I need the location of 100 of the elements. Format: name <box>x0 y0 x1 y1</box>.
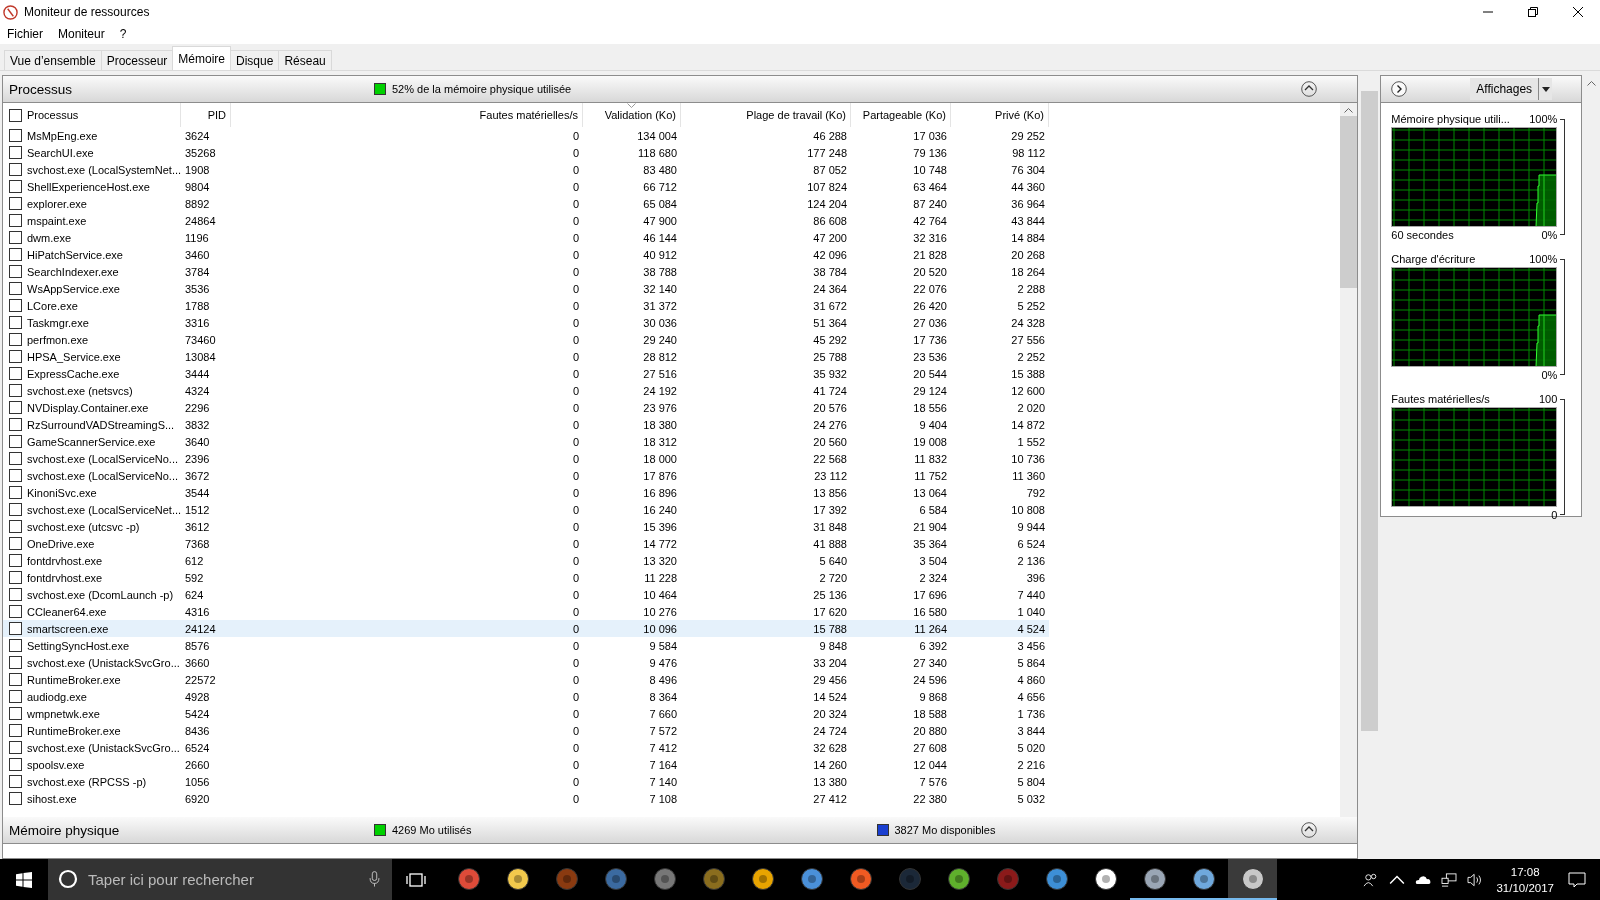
scrollbar[interactable] <box>1340 103 1358 817</box>
checkbox[interactable] <box>9 401 22 414</box>
checkbox[interactable] <box>9 758 22 771</box>
table-row[interactable]: audiodg.exe 4928 0 8 364 14 524 9 868 4 656 <box>3 688 1049 705</box>
table-row[interactable]: RuntimeBroker.exe 22572 0 8 496 29 456 24 596 4 860 <box>3 671 1049 688</box>
checkbox[interactable] <box>9 108 22 122</box>
checkbox[interactable] <box>9 384 22 397</box>
collapse-icon[interactable] <box>1301 822 1318 838</box>
column-header[interactable]: Plage de travail (Ko) <box>746 109 846 121</box>
checkbox[interactable] <box>9 214 22 227</box>
start-icon[interactable] <box>16 871 32 888</box>
tab[interactable]: Réseau <box>278 50 332 70</box>
table-row[interactable]: MsMpEng.exe 3624 0 134 004 46 288 17 036 29 252 <box>3 127 1049 144</box>
scrollbar-thumb[interactable] <box>1340 116 1358 288</box>
table-row[interactable]: svchost.exe (LocalServiceNo... 3672 0 17 876 23 112 11 752 11 360 <box>3 467 1049 484</box>
checkbox[interactable] <box>9 282 22 295</box>
table-row[interactable]: SearchUI.exe 35268 0 118 680 177 248 79 136 98 112 <box>3 144 1049 161</box>
microphone-icon[interactable] <box>369 871 380 887</box>
checkbox[interactable] <box>9 673 22 686</box>
clock-time[interactable]: 17:08 <box>1510 863 1540 880</box>
table-row[interactable]: perfmon.exe 73460 0 29 240 45 292 17 736 27 556 <box>3 331 1049 348</box>
checkbox[interactable] <box>9 452 22 465</box>
checkbox[interactable] <box>9 316 22 329</box>
column-header[interactable]: Partageable (Ko) <box>862 109 946 121</box>
table-row[interactable]: explorer.exe 8892 0 65 084 124 204 87 240 36 964 <box>3 195 1049 212</box>
table-row[interactable]: ExpressCache.exe 3444 0 27 516 35 932 20 544 15 388 <box>3 365 1049 382</box>
checkbox[interactable] <box>9 333 22 346</box>
menu-item[interactable]: Fichier <box>7 27 43 41</box>
table-row[interactable]: CCleaner64.exe 4316 0 10 276 17 620 16 580 1 040 <box>3 603 1049 620</box>
checkbox[interactable] <box>9 520 22 533</box>
checkbox[interactable] <box>9 435 22 448</box>
table-row[interactable]: SearchIndexer.exe 3784 0 38 788 38 784 20 520 18 264 <box>3 263 1049 280</box>
checkbox[interactable] <box>9 622 22 635</box>
tab[interactable]: Mémoire <box>172 46 231 70</box>
section-header[interactable]: Processus 52% de la mémoire physique utilisée <box>3 76 1358 103</box>
column-header[interactable]: Processus <box>27 109 79 121</box>
table-row[interactable]: wmpnetwk.exe 5424 0 7 660 20 324 18 588 1 736 <box>3 705 1049 722</box>
dropdown-button[interactable] <box>1538 78 1553 100</box>
checkbox[interactable] <box>9 248 22 261</box>
checkbox[interactable] <box>9 180 22 193</box>
checkbox[interactable] <box>9 588 22 601</box>
checkbox[interactable] <box>9 163 22 176</box>
checkbox[interactable] <box>9 486 22 499</box>
table-row[interactable]: svchost.exe (RPCSS -p) 1056 0 7 140 13 380 7 576 5 804 <box>3 773 1049 790</box>
table-row[interactable]: SettingSyncHost.exe 8576 0 9 584 9 848 6 392 3 456 <box>3 637 1049 654</box>
tab[interactable]: Disque <box>230 50 280 70</box>
table-row[interactable]: ShellExperienceHost.exe 9804 0 66 712 107 824 63 464 44 360 <box>3 178 1049 195</box>
table-row[interactable]: fontdrvhost.exe 592 0 11 228 2 720 2 324 396 <box>3 569 1049 586</box>
search-field[interactable]: Taper ici pour rechercher <box>48 859 392 900</box>
collapse-icon[interactable] <box>1301 81 1318 97</box>
table-row[interactable]: OneDrive.exe 7368 0 14 772 41 888 35 364 6 524 <box>3 535 1049 552</box>
table-row[interactable]: svchost.exe (LocalServiceNet... 1512 0 16 240 17 392 6 584 10 808 <box>3 501 1049 518</box>
menu-item[interactable]: ? <box>119 27 127 41</box>
notification-icon[interactable] <box>1568 871 1586 888</box>
checkbox[interactable] <box>9 605 22 618</box>
checkbox[interactable] <box>9 469 22 482</box>
checkbox[interactable] <box>9 707 22 720</box>
checkbox[interactable] <box>9 146 22 159</box>
table-row[interactable]: svchost.exe (DcomLaunch -p) 624 0 10 464 25 136 17 696 7 440 <box>3 586 1049 603</box>
table-row[interactable]: svchost.exe (LocalServiceNo... 2396 0 18 000 22 568 11 832 10 736 <box>3 450 1049 467</box>
table-row[interactable]: HPSA_Service.exe 13084 0 28 812 25 788 23 536 2 252 <box>3 348 1049 365</box>
checkbox[interactable] <box>9 690 22 703</box>
table-row[interactable]: svchost.exe (LocalSystemNet... 1908 0 83 480 87 052 10 748 76 304 <box>3 161 1049 178</box>
taskbar-button[interactable] <box>1228 859 1277 900</box>
checkbox[interactable] <box>9 197 22 210</box>
checkbox[interactable] <box>9 792 22 805</box>
column-header[interactable]: Validation (Ko) <box>604 109 676 121</box>
table-row[interactable]: KinoniSvc.exe 3544 0 16 896 13 856 13 064 792 <box>3 484 1049 501</box>
table-row[interactable]: Taskmgr.exe 3316 0 30 036 51 364 27 036 24 328 <box>3 314 1049 331</box>
checkbox[interactable] <box>9 571 22 584</box>
table-row[interactable]: RzSurroundVADStreamingS... 3832 0 18 380 24 276 9 404 14 872 <box>3 416 1049 433</box>
views-button[interactable]: Affichages <box>1470 78 1539 100</box>
table-row[interactable]: dwm.exe 1196 0 46 144 47 200 32 316 14 884 <box>3 229 1049 246</box>
clock-date[interactable]: 31/10/2017 <box>1496 879 1554 896</box>
table-row[interactable]: svchost.exe (UnistackSvcGro... 6524 0 7 412 32 628 27 608 5 020 <box>3 739 1049 756</box>
table-row[interactable]: fontdrvhost.exe 612 0 13 320 5 640 3 504 2 136 <box>3 552 1049 569</box>
column-header[interactable]: Fautes matérielles/s <box>479 109 578 121</box>
column-header[interactable]: Privé (Ko) <box>995 109 1044 121</box>
table-row[interactable]: svchost.exe (UnistackSvcGro... 3660 0 9 476 33 204 27 340 5 864 <box>3 654 1049 671</box>
network-icon[interactable] <box>1441 872 1458 887</box>
menu-item[interactable]: Moniteur <box>58 27 105 41</box>
checkbox[interactable] <box>9 129 22 142</box>
table-row[interactable]: svchost.exe (utcsvc -p) 3612 0 15 396 31 848 21 904 9 944 <box>3 518 1049 535</box>
checkbox[interactable] <box>9 418 22 431</box>
table-row[interactable]: spoolsv.exe 2660 0 7 164 14 260 12 044 2 216 <box>3 756 1049 773</box>
column-header[interactable]: PID <box>207 109 226 121</box>
expand-icon[interactable] <box>1391 81 1408 97</box>
checkbox[interactable] <box>9 656 22 669</box>
table-row[interactable]: mspaint.exe 24864 0 47 900 86 608 42 764 43 844 <box>3 212 1049 229</box>
table-row[interactable]: GameScannerService.exe 3640 0 18 312 20 560 19 008 1 552 <box>3 433 1049 450</box>
checkbox[interactable] <box>9 554 22 567</box>
checkbox[interactable] <box>9 503 22 516</box>
checkbox[interactable] <box>9 350 22 363</box>
scrollbar-thumb[interactable] <box>1360 91 1378 731</box>
checkbox[interactable] <box>9 537 22 550</box>
checkbox[interactable] <box>9 265 22 278</box>
checkbox[interactable] <box>9 724 22 737</box>
checkbox[interactable] <box>9 741 22 754</box>
table-row[interactable]: sihost.exe 6920 0 7 108 27 412 22 380 5 032 <box>3 790 1049 807</box>
checkbox[interactable] <box>9 299 22 312</box>
